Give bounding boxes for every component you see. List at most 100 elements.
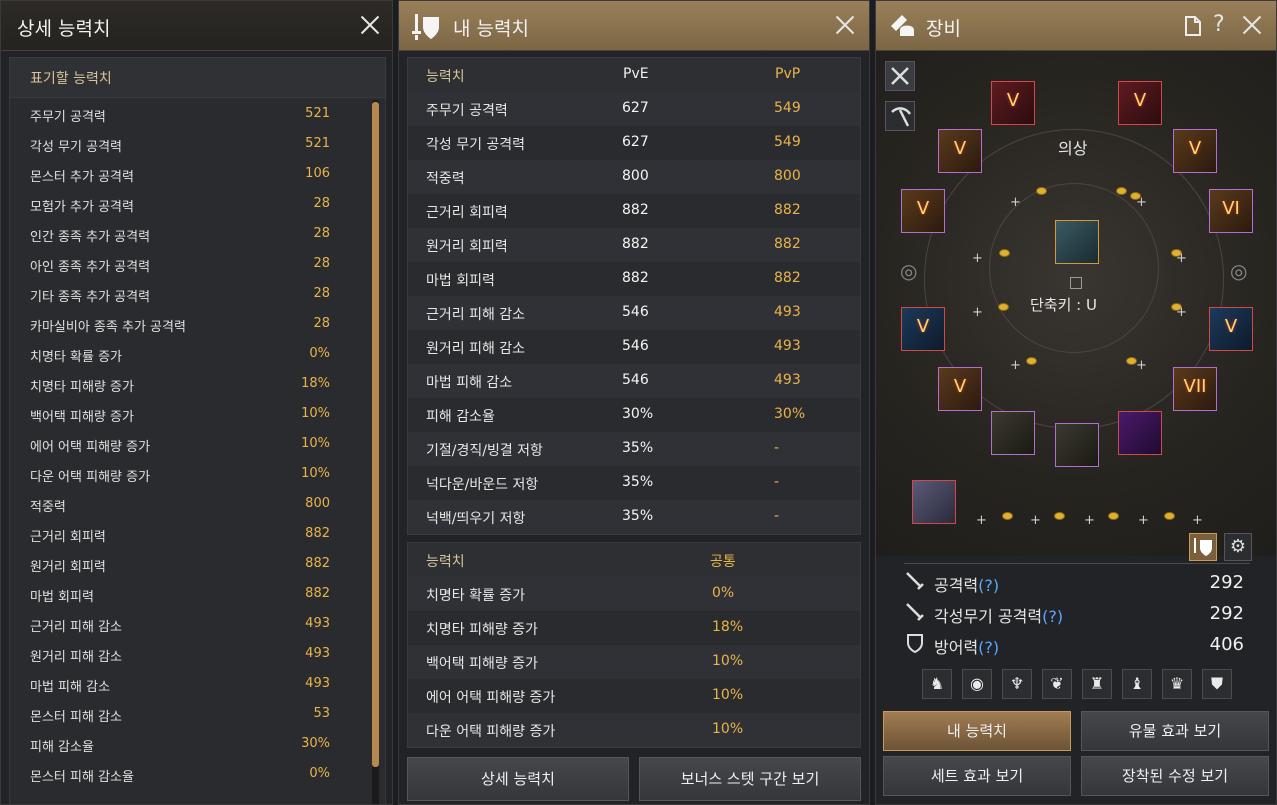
stat-name: 몬스터 피해 감소율 — [30, 770, 134, 785]
detail-stat-row: 원거리 회피력 882 — [30, 550, 330, 580]
detail-stat-row: 에어 어택 피해량 증가 10% — [30, 430, 330, 460]
table-row: 원거리 피해 감소 546 493 — [408, 330, 860, 364]
paw-icon[interactable]: ❦ — [1042, 669, 1072, 699]
detail-stat-row: 각성 무기 공격력 521 — [30, 130, 330, 160]
help-link[interactable]: (?) — [978, 576, 999, 595]
alchemy-stone-slot[interactable] — [1055, 220, 1099, 264]
stat-name: 원거리 회피력 — [30, 560, 106, 575]
table-row: 피해 감소율 30% 30% — [408, 398, 860, 432]
stat-name: 몬스터 추가 공격력 — [30, 170, 134, 185]
helmet-slot[interactable]: V — [991, 81, 1035, 125]
help-icon[interactable]: ? — [1213, 12, 1225, 37]
maid-icon[interactable]: ♛ — [1162, 669, 1192, 699]
demon-icon[interactable]: ♆ — [1002, 669, 1032, 699]
document-icon[interactable] — [1184, 16, 1202, 36]
help-link[interactable]: (?) — [978, 638, 999, 657]
detail-stat-row: 몬스터 피해 감소 53 — [30, 700, 330, 730]
stat-name: 각성 무기 공격력 — [426, 137, 526, 153]
detail-stats-list: 표기할 능력치 주무기 공격력 521 각성 무기 공격력 521 몬스터 추가 공격력… — [9, 57, 386, 804]
close-icon[interactable] — [358, 13, 382, 37]
awakening-weapon-slot[interactable] — [1055, 423, 1099, 467]
earring-slot[interactable]: V — [938, 367, 982, 411]
tool-slot[interactable] — [912, 480, 956, 524]
stat-value: 30% — [301, 736, 330, 751]
equipped-crystal-button[interactable]: 장착된 수정 보기 — [1081, 756, 1269, 796]
detail-stat-row: 모험가 추가 공격력 28 — [30, 190, 330, 220]
stat-value: 493 — [305, 616, 330, 631]
table-row: 넉백/띄우기 저항 35% - — [408, 500, 860, 534]
ring-slot[interactable]: V — [1173, 129, 1217, 173]
bonus-stat-range-button[interactable]: 보너스 스텟 구간 보기 — [639, 757, 861, 801]
armor-slot[interactable]: V — [1118, 81, 1162, 125]
detail-stats-button[interactable]: 상세 능력치 — [407, 757, 629, 801]
sword-shield-icon — [1194, 538, 1212, 556]
stat-value: 292 — [1209, 603, 1244, 624]
help-link[interactable]: (?) — [1042, 607, 1063, 626]
costume-label: 의상 — [1058, 139, 1088, 158]
horse-icon[interactable]: ♞ — [922, 669, 952, 699]
stat-value: 493 — [305, 646, 330, 661]
scrollbar-thumb[interactable] — [372, 102, 379, 767]
detail-stat-row: 인간 종족 추가 공격력 28 — [30, 220, 330, 250]
equipment-stat-row: 각성무기 공격력(?) 292 — [904, 597, 1244, 627]
pvp-value: 549 — [774, 100, 801, 116]
detail-stat-row: 주무기 공격력 521 — [30, 100, 330, 130]
stat-label: 각성무기 공격력(?) — [934, 603, 1063, 627]
pve-value: 35% — [622, 474, 654, 490]
camel-icon[interactable]: ♝ — [1122, 669, 1152, 699]
stat-name: 에어 어택 피해량 증가 — [426, 690, 556, 706]
crossed-swords-icon[interactable] — [885, 61, 915, 91]
earring-2-slot[interactable]: VII — [1173, 367, 1217, 411]
stat-value: 882 — [305, 586, 330, 601]
table-header: 능력치 공통 — [408, 543, 860, 577]
slot-grade: V — [916, 198, 930, 219]
stat-value: 882 — [305, 526, 330, 541]
gloves-slot[interactable]: V — [901, 307, 945, 351]
main-weapon-slot[interactable] — [991, 411, 1035, 455]
shoes-slot[interactable]: V — [1209, 307, 1253, 351]
scrollbar[interactable] — [372, 100, 379, 804]
coin-icon — [1054, 512, 1065, 520]
stat-value: 28 — [313, 256, 330, 271]
set-effect-button[interactable]: 세트 효과 보기 — [883, 756, 1071, 796]
elephant-icon[interactable]: ♜ — [1082, 669, 1112, 699]
pickaxe-icon[interactable] — [885, 101, 915, 131]
detail-stat-row: 기타 종족 추가 공격력 28 — [30, 280, 330, 310]
slot-grade: V — [953, 138, 967, 159]
table-row: 넉다운/바운드 저항 35% - — [408, 466, 860, 500]
left-weapon-slot[interactable]: V — [938, 129, 982, 173]
close-icon[interactable] — [833, 13, 857, 37]
artifact-effect-button[interactable]: 유물 효과 보기 — [1081, 711, 1269, 751]
stat-name: 백어택 피해량 증가 — [426, 656, 538, 672]
gear-icon[interactable]: ⚙ — [1224, 533, 1252, 561]
my-stats-button[interactable]: 내 능력치 — [883, 711, 1071, 751]
ring-2-slot[interactable]: VI — [1209, 189, 1253, 233]
sword-shield-icon — [412, 14, 439, 40]
stat-name: 마법 회피력 — [426, 273, 495, 289]
coin-icon — [1002, 512, 1013, 520]
stat-value: 10% — [301, 466, 330, 481]
close-icon[interactable] — [1240, 13, 1264, 37]
slot-grade: V — [916, 316, 930, 337]
stat-value: 28 — [313, 196, 330, 211]
rotate-right-icon[interactable]: ◎ — [1230, 259, 1247, 283]
detail-stats-header: 상세 능력치 — [1, 1, 392, 51]
stat-name: 원거리 피해 감소 — [426, 341, 526, 357]
common-value: 10% — [712, 687, 744, 703]
stat-value: 493 — [305, 676, 330, 691]
stats-view-toggle[interactable] — [1189, 533, 1217, 561]
col-header-pve: PvE — [623, 66, 649, 82]
checkbox[interactable] — [1070, 277, 1082, 289]
stat-name: 적중력 — [30, 500, 66, 515]
mask-icon[interactable]: ◉ — [962, 669, 992, 699]
stat-name: 근거리 회피력 — [30, 530, 106, 545]
slot-grade: V — [1188, 138, 1202, 159]
shield-icon[interactable]: ⛊ — [1202, 669, 1232, 699]
rotate-left-icon[interactable]: ◎ — [900, 259, 917, 283]
stat-value: 292 — [1209, 572, 1244, 593]
stat-value: 800 — [305, 496, 330, 511]
necklace-slot[interactable]: V — [901, 189, 945, 233]
belt-slot[interactable] — [1118, 411, 1162, 455]
table-row: 기절/경직/빙결 저항 35% - — [408, 432, 860, 466]
plus-icon: + — [976, 513, 987, 528]
